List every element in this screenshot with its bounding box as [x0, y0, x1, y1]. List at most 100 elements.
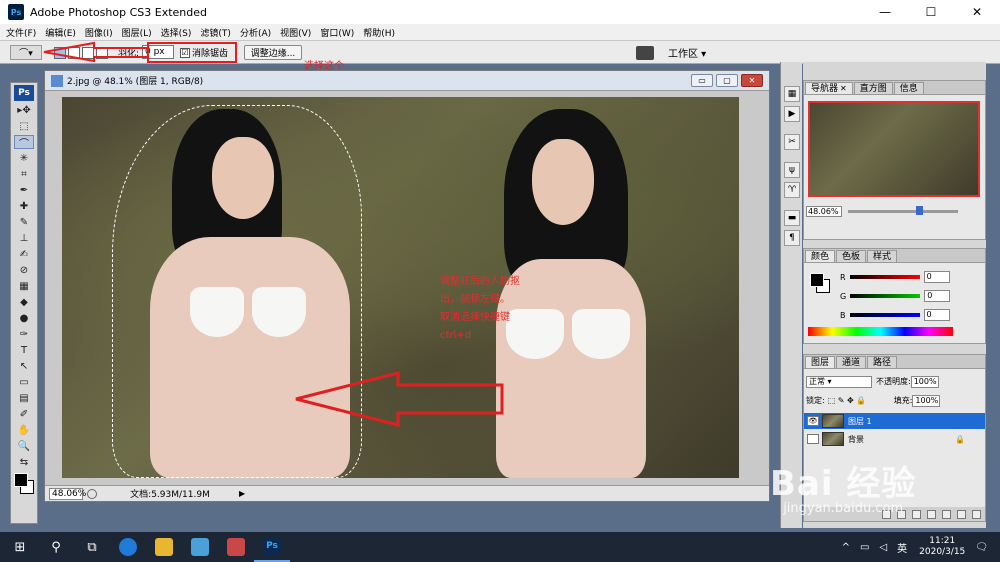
maximize-button[interactable]: ☐ [908, 0, 954, 24]
menu-select[interactable]: 选择(S) [161, 26, 192, 39]
doc-close-button[interactable]: ✕ [741, 74, 763, 87]
image-canvas[interactable]: 调整好后的人物抠 出，鼠标左键。 取消选择快捷键 ctrl+d [62, 97, 739, 478]
slice-tool-icon[interactable]: ✒ [14, 183, 34, 197]
dock-paragraph-icon[interactable]: ¶ [784, 230, 800, 246]
history-brush-icon[interactable]: ✍ [14, 247, 34, 261]
dock-brushes-icon[interactable]: ψ [784, 162, 800, 178]
photos-app-icon[interactable] [218, 532, 254, 562]
input-language[interactable]: 英 [897, 540, 907, 555]
pen-tool-icon[interactable]: ✑ [14, 327, 34, 341]
blur-tool-icon[interactable]: ◆ [14, 295, 34, 309]
eye-icon[interactable]: 👁 [807, 416, 819, 426]
lock-options-icons[interactable]: ⬚ ✎ ✥ 🔒 [828, 396, 894, 405]
foreground-color[interactable] [14, 473, 28, 487]
palette-well-icon[interactable] [636, 45, 654, 60]
tab-info[interactable]: 信息 [893, 82, 924, 94]
dock-navigator-icon[interactable]: ▦ [784, 86, 800, 102]
zoom-tool-icon[interactable]: 🔍 [14, 439, 34, 453]
type-tool-icon[interactable]: T [14, 343, 34, 357]
blue-value-field[interactable]: 0 [923, 309, 950, 321]
dock-tools-icon[interactable]: ✂ [784, 134, 800, 150]
menu-filter[interactable]: 滤镜(T) [200, 26, 231, 39]
crop-tool-icon[interactable]: ⌗ [14, 167, 34, 181]
tab-color[interactable]: 颜色 [805, 250, 836, 262]
edge-browser-icon[interactable] [110, 532, 146, 562]
marquee-tool-icon[interactable]: ⬚ [14, 119, 34, 133]
eraser-tool-icon[interactable]: ⊘ [14, 263, 34, 277]
layer-row[interactable]: 背景 🔒 [804, 431, 985, 447]
doc-maximize-button[interactable]: ▢ [716, 74, 738, 87]
adjustment-layer-icon[interactable] [927, 509, 936, 519]
tab-histogram[interactable]: 直方图 [853, 82, 893, 94]
swap-colors-icon[interactable]: ⇆ [14, 455, 34, 469]
lasso-tool-icon[interactable]: ⌒ [14, 135, 34, 150]
workspace-button[interactable]: 工作区 ▾ [668, 45, 706, 60]
clock[interactable]: 11:21 2020/3/15 [919, 536, 965, 558]
trash-icon[interactable] [972, 509, 981, 519]
slider-handle[interactable] [916, 205, 924, 215]
menu-help[interactable]: 帮助(H) [363, 26, 395, 39]
move-tool-icon[interactable]: ▸✥ [14, 103, 34, 117]
path-selection-icon[interactable]: ↖ [14, 359, 34, 373]
green-value-field[interactable]: 0 [924, 290, 951, 302]
tab-swatches[interactable]: 色板 [836, 250, 867, 262]
magic-wand-tool-icon[interactable]: ✳ [14, 151, 34, 165]
tab-channels[interactable]: 通道 [836, 356, 867, 368]
color-spectrum-bar[interactable] [808, 327, 953, 336]
menu-layer[interactable]: 图层(L) [122, 26, 152, 39]
task-view-icon[interactable]: ⧉ [74, 532, 110, 562]
dock-actions-icon[interactable]: ▶ [784, 106, 800, 122]
search-icon[interactable]: ⚲ [38, 532, 74, 562]
close-icon[interactable]: ✕ [840, 84, 847, 93]
eyedropper-tool-icon[interactable]: ✐ [14, 407, 34, 421]
start-button[interactable]: ⊞ [2, 532, 38, 562]
tab-paths[interactable]: 路径 [867, 356, 898, 368]
tool-preset-picker[interactable]: ⌒▾ [10, 45, 42, 60]
hand-tool-icon[interactable]: ✋ [14, 423, 34, 437]
menu-edit[interactable]: 编辑(E) [45, 26, 76, 39]
shape-tool-icon[interactable]: ▭ [14, 375, 34, 389]
network-icon[interactable]: ▭ [860, 542, 869, 553]
doc-minimize-button[interactable]: ▭ [691, 74, 713, 87]
menu-window[interactable]: 窗口(W) [320, 26, 354, 39]
fg-color-chip[interactable] [810, 273, 824, 287]
status-info-icon[interactable] [87, 488, 97, 499]
opacity-field[interactable]: 100% [910, 375, 939, 388]
dock-clone-source-icon[interactable]: ♈ [784, 182, 800, 198]
blend-mode-select[interactable]: 正常 ▾ [806, 375, 872, 388]
photoshop-taskbar-button[interactable]: Ps [254, 532, 290, 562]
notes-tool-icon[interactable]: ▤ [14, 391, 34, 405]
notification-icon[interactable]: 🗨 [975, 542, 988, 553]
gradient-tool-icon[interactable]: ▦ [14, 279, 34, 293]
dodge-tool-icon[interactable]: ● [14, 311, 34, 325]
menu-analysis[interactable]: 分析(A) [240, 26, 271, 39]
status-menu-arrow-icon[interactable]: ▶ [239, 489, 245, 498]
blue-slider[interactable] [849, 313, 920, 317]
menu-view[interactable]: 视图(V) [280, 26, 311, 39]
navigator-zoom-slider[interactable] [848, 205, 958, 215]
minimize-button[interactable]: — [862, 0, 908, 24]
fill-field[interactable]: 100% [912, 394, 941, 407]
eye-icon[interactable] [807, 434, 819, 444]
new-group-icon[interactable] [942, 509, 951, 519]
red-value-field[interactable]: 0 [923, 271, 950, 283]
refine-edge-button[interactable]: 调整边缘... [244, 45, 302, 60]
brush-tool-icon[interactable]: ✎ [14, 215, 34, 229]
new-layer-icon[interactable] [957, 509, 966, 519]
tray-overflow-icon[interactable]: ^ [842, 542, 850, 553]
zoom-level-field[interactable]: 48.06% [49, 487, 86, 500]
layer-row[interactable]: 👁 图层 1 [804, 413, 985, 429]
menu-image[interactable]: 图像(I) [85, 26, 113, 39]
volume-icon[interactable]: ◁ [879, 542, 887, 553]
paint-app-icon[interactable] [182, 532, 218, 562]
document-titlebar[interactable]: 2.jpg @ 48.1% (图层 1, RGB/8) ▭ ▢ ✕ [45, 71, 769, 91]
close-button[interactable]: ✕ [954, 0, 1000, 24]
tab-layers[interactable]: 图层 [805, 356, 836, 368]
healing-brush-icon[interactable]: ✚ [14, 199, 34, 213]
tab-styles[interactable]: 样式 [867, 250, 898, 262]
navigator-zoom-field[interactable]: 48.06% [806, 205, 842, 217]
file-explorer-icon[interactable] [146, 532, 182, 562]
green-slider[interactable] [850, 294, 921, 298]
navigator-thumbnail[interactable] [808, 101, 980, 197]
red-slider[interactable] [849, 275, 920, 279]
